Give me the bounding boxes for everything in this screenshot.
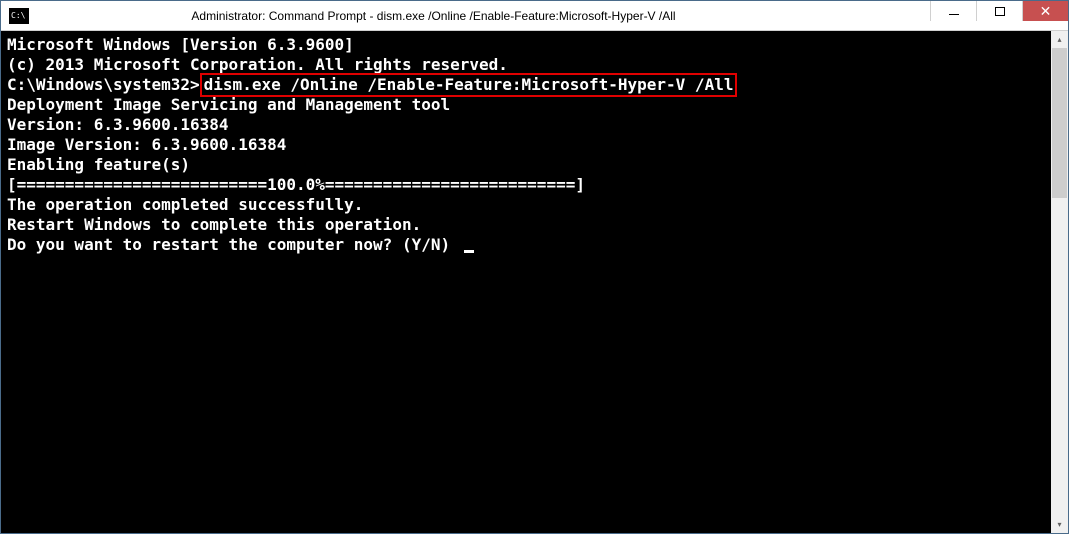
close-icon: ✕ [1040, 4, 1052, 18]
prompt-line: C:\Windows\system32>dism.exe /Online /En… [7, 75, 1045, 95]
prompt-path: C:\Windows\system32> [7, 75, 200, 94]
progress-line: [==========================100.0%=======… [7, 175, 1045, 195]
app-icon-text: C:\ [9, 11, 25, 20]
maximize-icon [995, 7, 1005, 16]
output-line: Image Version: 6.3.9600.16384 [7, 135, 1045, 155]
output-line: Microsoft Windows [Version 6.3.9600] [7, 35, 1045, 55]
scroll-down-button[interactable]: ▾ [1051, 516, 1068, 533]
command-prompt-window: C:\ Administrator: Command Prompt - dism… [0, 0, 1069, 534]
vertical-scrollbar[interactable]: ▴ ▾ [1051, 31, 1068, 533]
close-button[interactable]: ✕ [1022, 1, 1068, 21]
window-controls: ✕ [930, 1, 1068, 30]
minimize-button[interactable] [930, 1, 976, 21]
minimize-icon [949, 14, 959, 15]
terminal-output[interactable]: Microsoft Windows [Version 6.3.9600](c) … [1, 31, 1051, 533]
prompt-line: Do you want to restart the computer now?… [7, 235, 1045, 255]
cursor [464, 250, 474, 253]
titlebar[interactable]: C:\ Administrator: Command Prompt - dism… [1, 1, 1068, 31]
scroll-up-button[interactable]: ▴ [1051, 31, 1068, 48]
output-line: Enabling feature(s) [7, 155, 1045, 175]
restart-prompt: Do you want to restart the computer now?… [7, 235, 460, 254]
output-line: Restart Windows to complete this operati… [7, 215, 1045, 235]
window-title: Administrator: Command Prompt - dism.exe… [37, 9, 930, 23]
scrollbar-track[interactable] [1051, 48, 1068, 516]
maximize-button[interactable] [976, 1, 1022, 21]
chevron-up-icon: ▴ [1057, 35, 1061, 44]
output-line: (c) 2013 Microsoft Corporation. All righ… [7, 55, 1045, 75]
scrollbar-thumb[interactable] [1052, 48, 1067, 198]
content-area: Microsoft Windows [Version 6.3.9600](c) … [1, 31, 1068, 533]
chevron-down-icon: ▾ [1057, 520, 1061, 529]
highlighted-command: dism.exe /Online /Enable-Feature:Microso… [200, 73, 738, 97]
output-line: The operation completed successfully. [7, 195, 1045, 215]
output-line: Deployment Image Servicing and Managemen… [7, 95, 1045, 115]
app-icon[interactable]: C:\ [9, 8, 29, 24]
output-line: Version: 6.3.9600.16384 [7, 115, 1045, 135]
